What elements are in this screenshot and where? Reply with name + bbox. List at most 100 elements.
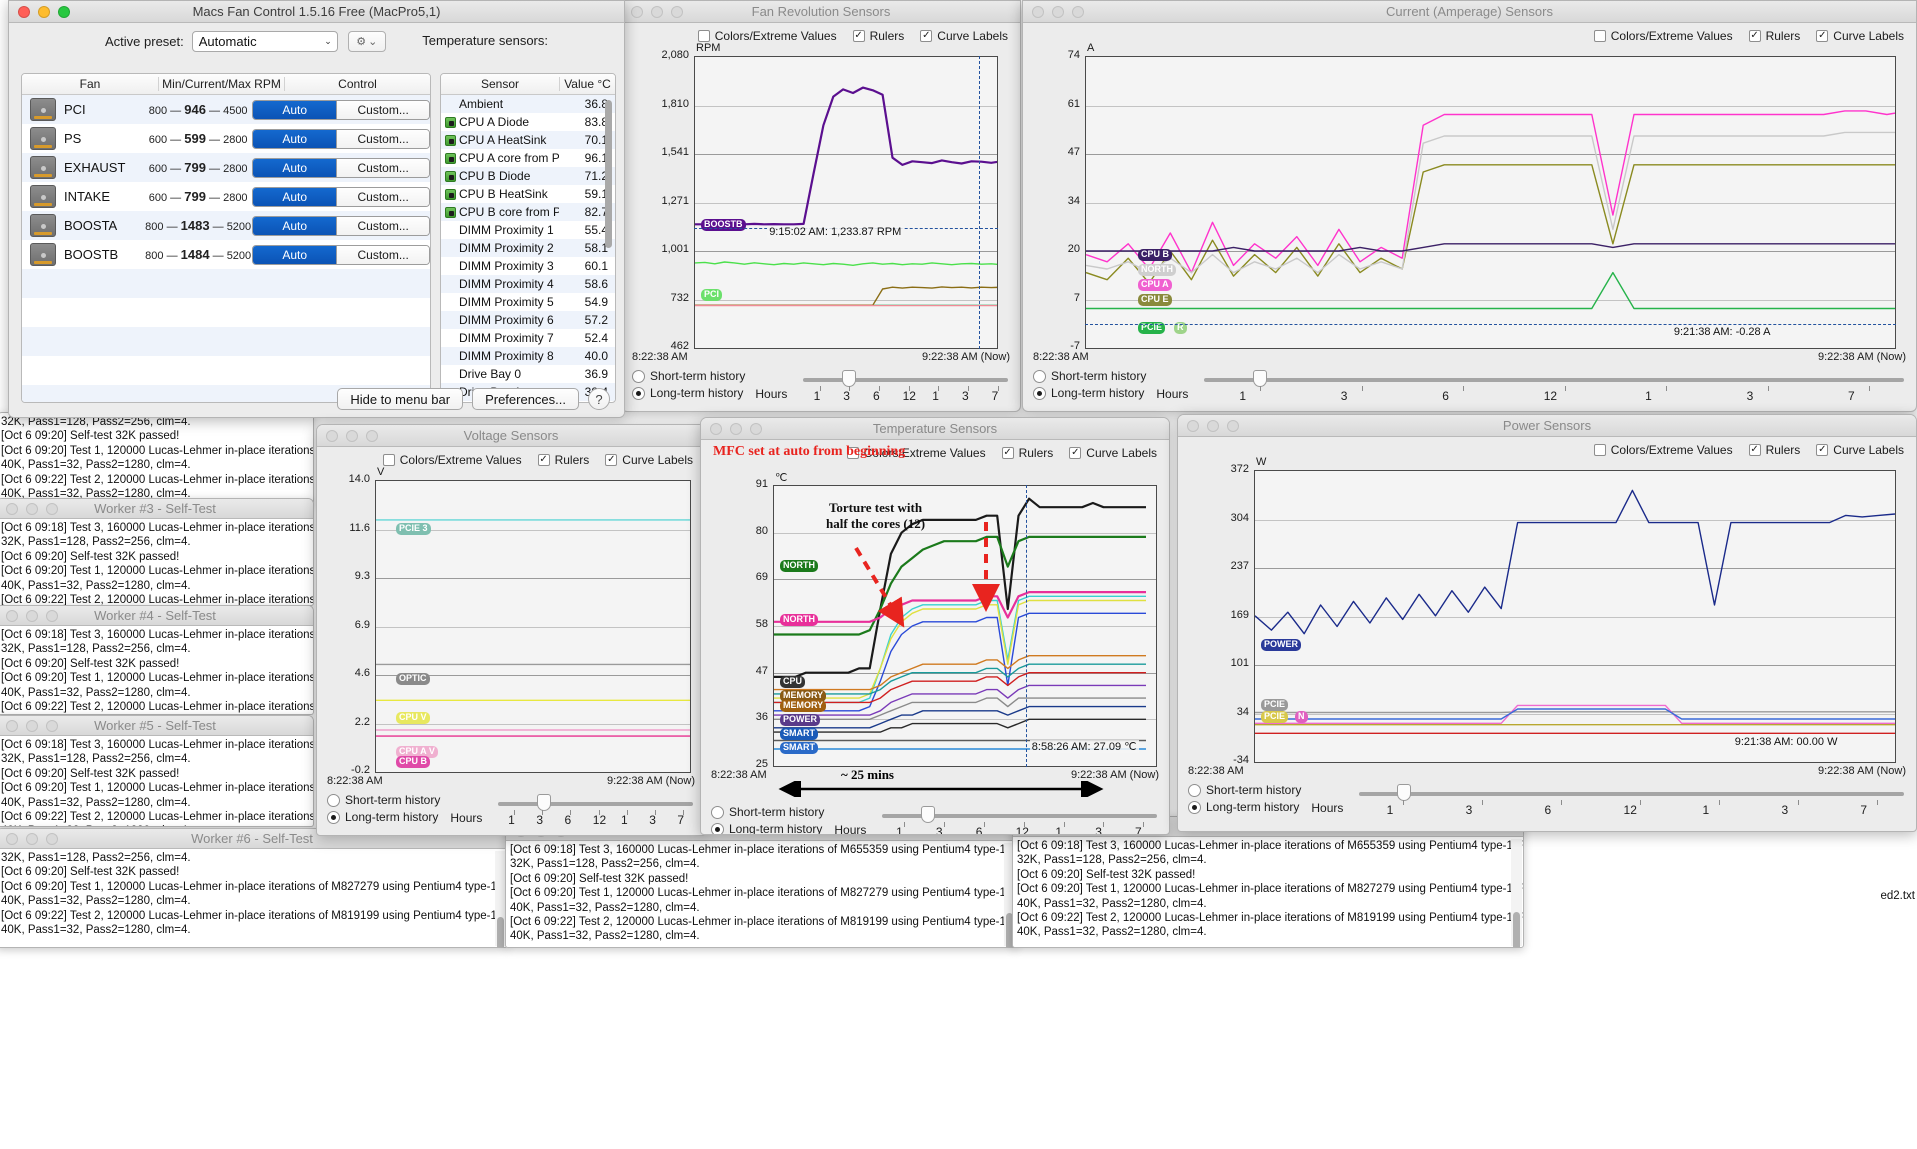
preset-dropdown[interactable]: Automatic ⌄ [191, 31, 338, 52]
radio-dot[interactable] [711, 805, 724, 819]
window-controls[interactable] [0, 719, 58, 732]
radio-dot-selected[interactable] [711, 822, 724, 834]
checkbox-box[interactable]: ✓ [920, 30, 933, 42]
window-controls[interactable] [701, 422, 762, 435]
checkbox-box[interactable]: ✓ [1001, 447, 1014, 459]
window-light[interactable] [6, 609, 18, 622]
slider-track[interactable] [1204, 378, 1904, 382]
scrollbar-vertical[interactable] [603, 96, 614, 401]
window-light[interactable] [1187, 419, 1199, 432]
history-radio-group[interactable]: Short-term history Long-term history [1033, 369, 1146, 400]
window-light[interactable] [46, 609, 58, 622]
radio-long-term[interactable]: Long-term history [1188, 800, 1301, 814]
window-light[interactable] [26, 719, 38, 732]
hide-to-menu-bar-button[interactable]: Hide to menu bar [337, 388, 464, 410]
auto-button[interactable]: Auto [253, 129, 337, 148]
window-light[interactable] [6, 832, 18, 845]
history-slider[interactable]: 13612137Days [1204, 369, 1904, 403]
radio-dot-selected[interactable] [327, 810, 340, 824]
window-light[interactable] [46, 719, 58, 732]
window-light[interactable] [346, 429, 358, 442]
checkbox-box[interactable]: ✓ [1069, 447, 1082, 459]
window-light-y[interactable] [38, 5, 50, 18]
history-radio-group[interactable]: Short-term history Long-term history [1188, 783, 1301, 814]
window-controls[interactable] [0, 502, 58, 515]
checkbox-box[interactable] [382, 454, 395, 466]
checkbox-colors-extreme[interactable]: Colors/Extreme Values [697, 29, 837, 43]
window-light[interactable] [6, 502, 18, 515]
checkbox-rulers[interactable]: ✓ Rulers [1748, 443, 1800, 457]
preferences-button[interactable]: Preferences... [472, 388, 579, 410]
checkbox-curve-labels[interactable]: ✓ Curve Labels [1816, 443, 1904, 457]
custom-button[interactable]: Custom... [336, 245, 429, 264]
checkbox-rulers[interactable]: ✓ Rulers [1001, 446, 1053, 460]
window-light[interactable] [366, 429, 378, 442]
auto-button[interactable]: Auto [253, 158, 337, 177]
checkbox-box[interactable]: ✓ [1748, 444, 1761, 456]
radio-dot[interactable] [632, 369, 645, 383]
checkbox-box[interactable] [697, 30, 710, 42]
slider-track[interactable] [803, 378, 1008, 382]
history-slider[interactable]: 13612137Days [498, 793, 693, 827]
auto-button[interactable]: Auto [253, 216, 337, 235]
radio-short-term[interactable]: Short-term history [1188, 783, 1301, 797]
checkbox-rulers[interactable]: ✓ Rulers [852, 29, 904, 43]
radio-long-term[interactable]: Long-term history [711, 822, 824, 834]
window-light[interactable] [1052, 5, 1064, 18]
auto-button[interactable]: Auto [253, 245, 337, 264]
radio-dot-selected[interactable] [632, 386, 645, 400]
history-radio-group[interactable]: Short-term history Long-term history [711, 805, 824, 834]
auto-button[interactable]: Auto [253, 100, 337, 119]
slider-knob[interactable] [537, 794, 552, 811]
checkbox-box[interactable] [1593, 30, 1606, 42]
window-controls[interactable] [1178, 419, 1239, 432]
radio-dot[interactable] [1033, 369, 1046, 383]
history-radio-group[interactable]: Short-term history Long-term history [327, 793, 440, 824]
checkbox-box[interactable]: ✓ [537, 454, 550, 466]
window-controls[interactable] [0, 832, 58, 845]
window-light[interactable] [46, 832, 58, 845]
fan-mode-segmented-control[interactable]: Auto Custom... [252, 157, 430, 178]
history-slider[interactable]: 13612137Days [1359, 783, 1904, 817]
ruler-vertical[interactable] [1025, 485, 1027, 767]
radio-long-term[interactable]: Long-term history [327, 810, 440, 824]
slider-knob[interactable] [842, 370, 857, 387]
checkbox-curve-labels[interactable]: ✓ Curve Labels [605, 453, 693, 467]
window-light[interactable] [26, 502, 38, 515]
history-slider[interactable]: 13612137Days [803, 369, 1008, 403]
fan-mode-segmented-control[interactable]: Auto Custom... [252, 128, 430, 149]
checkbox-colors-extreme[interactable]: Colors/Extreme Values [1593, 443, 1733, 457]
radio-short-term[interactable]: Short-term history [327, 793, 440, 807]
window-light[interactable] [46, 502, 58, 515]
help-button[interactable]: ? [588, 388, 610, 410]
scrollbar-vertical[interactable] [1511, 839, 1522, 947]
radio-dot-selected[interactable] [1188, 800, 1201, 814]
radio-short-term[interactable]: Short-term history [711, 805, 824, 819]
window-controls[interactable] [622, 5, 683, 18]
checkbox-box[interactable]: ✓ [1816, 444, 1829, 456]
window-light[interactable] [6, 719, 18, 732]
window-controls[interactable] [9, 5, 70, 18]
window-light[interactable] [1032, 5, 1044, 18]
scrollbar-thumb[interactable] [497, 917, 504, 947]
checkbox-box[interactable]: ✓ [852, 30, 865, 42]
fan-mode-segmented-control[interactable]: Auto Custom... [252, 99, 430, 120]
fan-mode-segmented-control[interactable]: Auto Custom... [252, 215, 430, 236]
checkbox-curve-labels[interactable]: ✓ Curve Labels [1069, 446, 1157, 460]
checkbox-curve-labels[interactable]: ✓ Curve Labels [1816, 29, 1904, 43]
history-slider[interactable]: 13612137Days [882, 805, 1157, 834]
checkbox-colors-extreme[interactable]: Colors/Extreme Values [382, 453, 522, 467]
custom-button[interactable]: Custom... [336, 187, 429, 206]
window-controls[interactable] [0, 609, 58, 622]
window-controls[interactable] [1023, 5, 1084, 18]
slider-knob[interactable] [1253, 370, 1268, 387]
fan-mode-segmented-control[interactable]: Auto Custom... [252, 186, 430, 207]
auto-button[interactable]: Auto [253, 187, 337, 206]
slider-knob[interactable] [920, 806, 935, 823]
custom-button[interactable]: Custom... [336, 129, 429, 148]
slider-knob[interactable] [1397, 784, 1412, 801]
radio-short-term[interactable]: Short-term history [632, 369, 745, 383]
window-controls[interactable] [317, 429, 378, 442]
checkbox-rulers[interactable]: ✓ Rulers [537, 453, 589, 467]
ruler-horizontal[interactable] [1085, 324, 1896, 325]
